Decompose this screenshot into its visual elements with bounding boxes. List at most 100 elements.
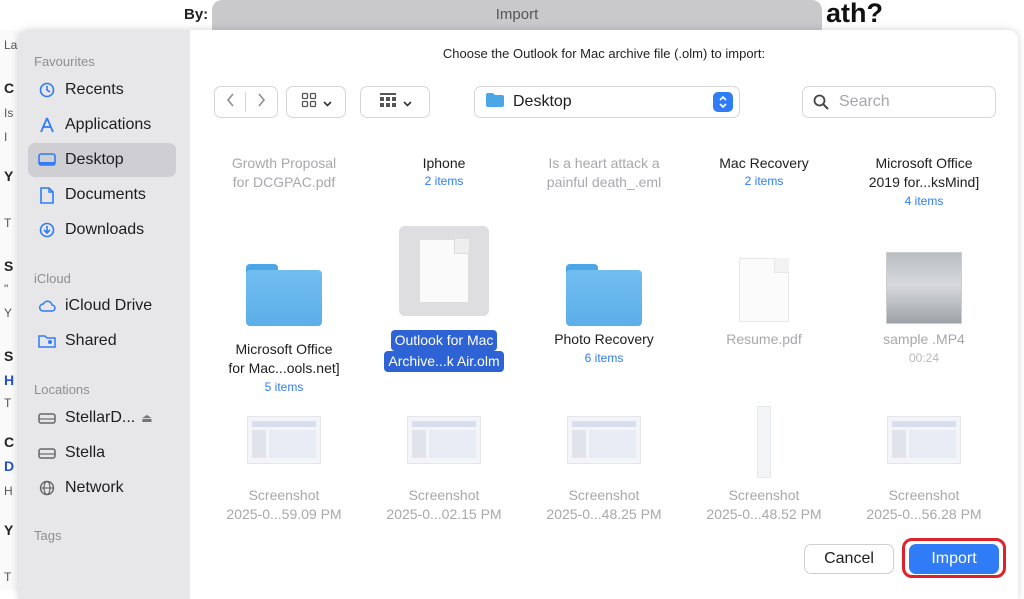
eject-icon[interactable]: ⏏ (141, 411, 152, 425)
sidebar-item-stellard[interactable]: StellarD... ⏏ (28, 401, 176, 435)
sidebar-item-desktop[interactable]: Desktop (28, 143, 176, 177)
sidebar-item-network[interactable]: Network (28, 471, 176, 505)
location-dropdown[interactable]: Desktop (474, 86, 740, 118)
search-input[interactable] (837, 92, 981, 112)
file-item-heart-attack-eml[interactable]: Is a heart attack a painful death_.eml (524, 154, 684, 214)
file-item-count: 6 items (584, 351, 624, 365)
file-name-line2: 2025-0...48.25 PM (546, 506, 662, 522)
file-name-line1: Screenshot (248, 487, 320, 503)
search-icon (813, 94, 829, 110)
sidebar-item-recents[interactable]: Recents (28, 73, 176, 107)
file-name-line2: for DCGPAC.pdf (232, 174, 336, 190)
file-item-screenshot[interactable]: Screenshot 2025-0...02.15 PM (364, 406, 524, 526)
file-name-line1: sample .MP4 (883, 331, 965, 347)
background-letter: S (4, 348, 14, 364)
folder-icon (566, 264, 642, 326)
background-letter: H (4, 484, 13, 498)
file-item-count: 2 items (744, 174, 784, 188)
sidebar-section-icloud: iCloud (34, 271, 71, 286)
file-name-line2: Archive...k Air.olm (364, 351, 524, 372)
sidebar-item-documents[interactable]: Documents (28, 178, 176, 212)
sidebar-item-label: iCloud Drive (65, 297, 153, 314)
file-name-line2: 2025-0...56.28 PM (866, 506, 982, 522)
chevron-down-icon (322, 94, 332, 111)
search-field[interactable] (802, 86, 996, 118)
import-file-dialog: Favourites Recents Applications Desktop … (18, 30, 1018, 599)
file-name-line1: Microsoft Office (235, 341, 333, 357)
icon-view-toggle (287, 88, 345, 116)
file-name-line2: 2025-0...02.15 PM (386, 506, 502, 522)
sidebar-item-downloads[interactable]: Downloads (28, 213, 176, 247)
file-name-line1: Is a heart attack a (548, 155, 660, 171)
sidebar-item-label: Network (65, 479, 124, 496)
screenshot-thumbnail (247, 416, 321, 464)
file-name-line2: 2025-0...48.52 PM (706, 506, 822, 522)
up-down-chevron-icon (713, 92, 733, 112)
cloud-icon (38, 297, 56, 315)
file-grid: Growth Proposal for DCGPAC.pdf Iphone 2 … (190, 134, 1018, 530)
sidebar-item-stella[interactable]: Stella (28, 436, 176, 470)
sidebar-item-label: StellarD... (65, 409, 136, 426)
nav-button-group (214, 86, 278, 118)
group-by-toggle (361, 88, 429, 116)
file-item-count: 2 items (424, 174, 464, 188)
background-letter: Y (4, 168, 14, 184)
pdf-document-icon (739, 258, 789, 322)
selected-file-thumbnail (399, 226, 489, 316)
file-name-line2: for Mac...ools.net] (228, 360, 340, 376)
sidebar-item-label: Desktop (65, 151, 124, 168)
file-item-growth-proposal[interactable]: Growth Proposal for DCGPAC.pdf (204, 154, 364, 214)
import-window-titlebar[interactable]: Import (212, 0, 822, 30)
group-grid-icon (379, 92, 397, 112)
chevron-right-icon (257, 93, 266, 111)
file-item-photo-recovery[interactable]: Photo Recovery 6 items (524, 252, 684, 402)
file-item-microsoft-office-2019[interactable]: Microsoft Office 2019 for...ksMind] 4 it… (844, 154, 1004, 234)
sidebar-item-shared[interactable]: Shared (28, 324, 176, 358)
background-letter: " (4, 282, 9, 296)
folder-icon (485, 92, 505, 113)
applications-icon (38, 116, 56, 134)
sidebar-section-tags: Tags (34, 528, 62, 543)
screenshot-thumbnail (757, 406, 771, 478)
file-item-iphone[interactable]: Iphone 2 items (364, 154, 524, 214)
file-item-screenshot[interactable]: Screenshot 2025-0...59.09 PM (204, 406, 364, 526)
background-letter: Y (4, 522, 14, 538)
sidebar-item-icloud-drive[interactable]: iCloud Drive (28, 289, 176, 323)
cancel-button[interactable]: Cancel (804, 544, 894, 574)
chevron-left-icon (226, 93, 235, 111)
file-item-outlook-archive-olm[interactable]: Outlook for Mac Archive...k Air.olm (364, 226, 524, 402)
drive-icon (38, 409, 56, 427)
sidebar-item-applications[interactable]: Applications (28, 108, 176, 142)
grid-icon (301, 92, 317, 112)
file-item-screenshot[interactable]: Screenshot 2025-0...56.28 PM (844, 406, 1004, 526)
sidebar: Favourites Recents Applications Desktop … (18, 30, 190, 599)
background-letter: H (4, 372, 15, 388)
import-button[interactable]: Import (909, 544, 999, 574)
file-item-resume-pdf[interactable]: Resume.pdf (684, 252, 844, 402)
document-icon (38, 186, 56, 204)
background-letter: T (4, 396, 12, 410)
back-button[interactable] (215, 88, 245, 116)
file-item-microsoft-office-mac[interactable]: Microsoft Office for Mac...ools.net] 5 i… (204, 252, 364, 402)
forward-button[interactable] (246, 88, 276, 116)
file-name-line1: Screenshot (408, 487, 480, 503)
file-item-screenshot[interactable]: Screenshot 2025-0...48.25 PM (524, 406, 684, 526)
background-letter: T (4, 570, 12, 584)
video-thumbnail (886, 252, 962, 324)
video-duration: 00:24 (908, 351, 940, 365)
file-item-screenshot[interactable]: Screenshot 2025-0...48.52 PM (684, 406, 844, 526)
document-icon (419, 239, 469, 303)
sidebar-item-label: Documents (65, 186, 146, 203)
file-item-mac-recovery[interactable]: Mac Recovery 2 items (684, 154, 844, 214)
group-by-button[interactable] (360, 86, 430, 118)
location-label: Desktop (513, 93, 572, 110)
clock-icon (38, 81, 56, 99)
shared-folder-icon (38, 332, 56, 350)
background-byline: By: (184, 6, 209, 23)
file-item-sample-mp4[interactable]: sample .MP4 00:24 (844, 252, 1004, 402)
browser-pane: Choose the Outlook for Mac archive file … (190, 30, 1018, 599)
file-name-line1: Photo Recovery (554, 331, 654, 347)
background-letter: C (4, 434, 15, 450)
view-mode-button[interactable] (286, 86, 346, 118)
background-letter: D (4, 458, 15, 474)
